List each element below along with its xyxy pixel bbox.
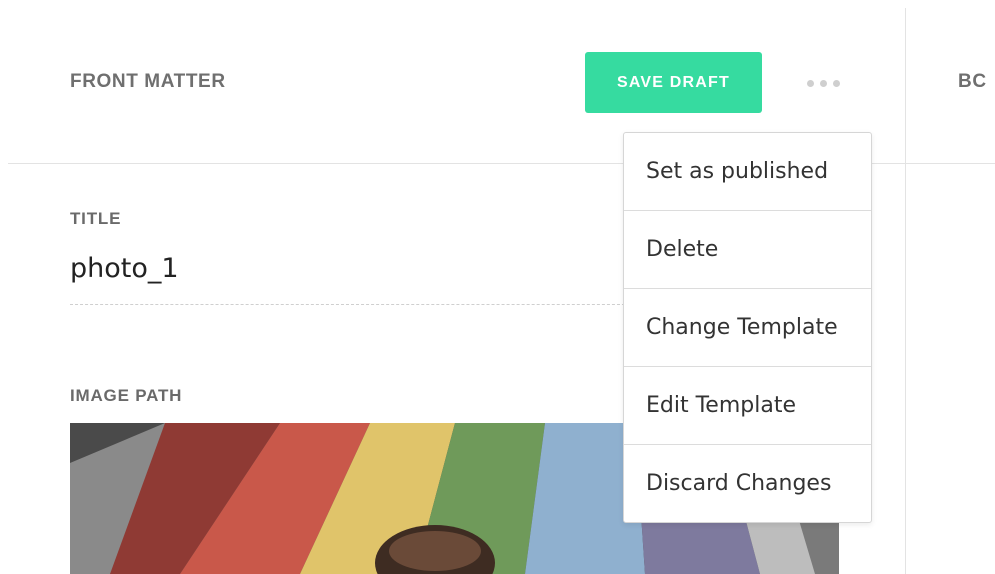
menu-item-edit-template[interactable]: Edit Template <box>624 367 871 445</box>
right-panel-title: BC <box>958 71 987 92</box>
menu-item-discard-changes[interactable]: Discard Changes <box>624 445 871 522</box>
right-header-divider <box>906 163 995 164</box>
more-options-icon[interactable] <box>798 70 848 96</box>
menu-item-set-as-published[interactable]: Set as published <box>624 133 871 211</box>
save-draft-button[interactable]: SAVE DRAFT <box>585 52 762 113</box>
menu-item-change-template[interactable]: Change Template <box>624 289 871 367</box>
section-title: FRONT MATTER <box>70 71 226 92</box>
dot-icon <box>819 79 827 87</box>
panel-divider <box>905 8 906 574</box>
more-options-menu: Set as published Delete Change Template … <box>623 132 872 523</box>
dot-icon <box>806 79 814 87</box>
menu-item-delete[interactable]: Delete <box>624 211 871 289</box>
image-path-label: IMAGE PATH <box>70 386 183 405</box>
title-input[interactable] <box>70 245 630 305</box>
dot-icon <box>832 79 840 87</box>
title-label: TITLE <box>70 209 122 228</box>
